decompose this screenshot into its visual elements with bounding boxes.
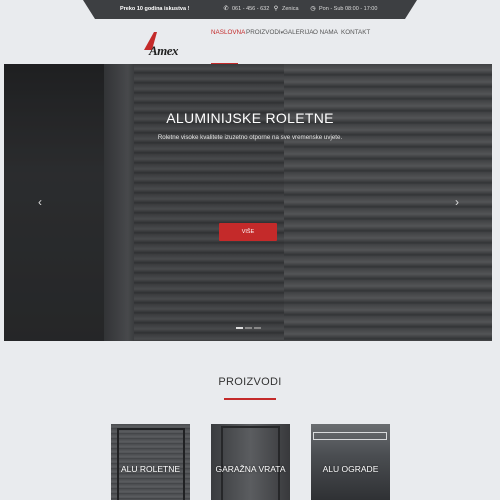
tagline: Preko 10 godina iskustva ! [120, 6, 190, 12]
slider-dots [236, 327, 263, 341]
product-card-alu-ograde[interactable]: ALU OGRADE [311, 424, 390, 500]
slider-next-arrow[interactable]: › [455, 195, 459, 209]
products-title-underline [224, 398, 276, 400]
slider-prev-arrow[interactable]: ‹ [38, 195, 42, 209]
hours-text: Pon - Sub 08:00 - 17:00 [319, 6, 378, 12]
product-card-alu-roletne[interactable]: ALU ROLETNE [111, 424, 190, 500]
nav-item-label: PROIZVODI [246, 29, 281, 36]
product-card-label: ALU OGRADE [322, 464, 379, 474]
hero-title: ALUMINIJSKE ROLETNE [166, 110, 334, 126]
slider-dot-1[interactable] [236, 327, 243, 329]
phone-number: 061 - 456 - 632 [232, 6, 270, 12]
hours-info: ◷ Pon - Sub 08:00 - 17:00 [310, 0, 377, 19]
product-card-garazna-vrata[interactable]: GARAŽNA VRATA [211, 424, 290, 500]
main-navbar: Amex NASLOVNA PROIZVODI▾ GALERIJA O NAMA… [0, 19, 500, 65]
nav-item-proizvodi[interactable]: PROIZVODI▾ [246, 29, 283, 36]
map-pin-icon: ⚲ [273, 6, 279, 12]
hero-subtitle: Roletne visoke kvalitete izuzetno otporn… [157, 134, 343, 141]
product-card-label: GARAŽNA VRATA [215, 464, 286, 474]
nav-item-naslovna[interactable]: NASLOVNA [211, 29, 245, 36]
logo-text[interactable]: Amex [149, 43, 179, 59]
top-info-bar: Preko 10 godina iskustva ! ✆ 061 - 456 - … [83, 0, 417, 19]
location-info: ⚲ Zenica [273, 0, 299, 19]
nav-item-o-nama[interactable]: O NAMA [313, 29, 338, 36]
nav-item-galerija[interactable]: GALERIJA [283, 29, 313, 36]
slider-dot-2[interactable] [245, 327, 252, 329]
railing-top [313, 432, 387, 440]
phone-icon: ✆ [223, 6, 229, 12]
slider-dot-3[interactable] [254, 327, 261, 329]
product-card-label: ALU ROLETNE [120, 464, 181, 474]
hero-more-button[interactable]: VIŠE [219, 223, 277, 241]
products-title: PROIZVODI [218, 376, 282, 388]
hero-overlay [4, 64, 492, 341]
phone-info[interactable]: ✆ 061 - 456 - 632 [223, 0, 269, 19]
location-text: Zenica [282, 6, 299, 12]
nav-item-kontakt[interactable]: KONTAKT [341, 29, 370, 36]
hero-slider: ‹ › [4, 64, 492, 341]
product-image-frame [221, 426, 280, 500]
clock-icon: ◷ [310, 6, 316, 12]
